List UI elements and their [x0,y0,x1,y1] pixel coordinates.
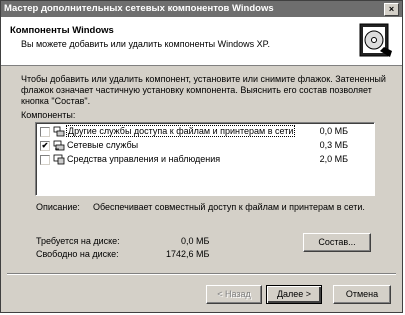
free-space-value: 1742,6 МБ [166,249,210,259]
required-space-label: Требуется на диске: [36,236,120,246]
component-checkbox[interactable]: ✔ [40,141,50,151]
next-button[interactable]: Далее > [266,285,322,304]
component-checkbox[interactable] [40,155,50,165]
header-subtitle: Вы можете добавить или удалить компонент… [21,39,271,49]
components-list[interactable]: Другие службы доступа к файлам и принтер… [35,122,375,196]
wizard-header: Компоненты Windows Вы можете добавить ил… [1,17,402,66]
component-size: 0,3 МБ [319,140,348,150]
details-button[interactable]: Состав... [303,233,371,252]
title-bar[interactable]: Мастер дополнительных сетевых компоненто… [1,1,402,17]
list-item[interactable]: ✔ Сетевые службы 0,3 МБ [38,139,372,152]
wizard-window: Мастер дополнительных сетевых компоненто… [0,0,403,313]
network-services-icon [53,140,65,151]
description-label: Описание: [36,202,80,212]
list-item[interactable]: Другие службы доступа к файлам и принтер… [38,125,372,138]
back-button[interactable]: < Назад [206,285,262,304]
header-title: Компоненты Windows [10,25,114,36]
description-value: Обеспечивает совместный доступ к файлам … [93,202,365,212]
instructions-text: Чтобы добавить или удалить компонент, ус… [21,74,386,106]
component-description: Описание: Обеспечивает совместный доступ… [36,202,365,212]
component-checkbox[interactable] [40,127,50,137]
close-button[interactable]: × [384,3,399,16]
components-label: Компоненты: [21,110,76,120]
management-tools-icon [53,154,65,165]
component-name: Сетевые службы [67,140,139,150]
window-title: Мастер дополнительных сетевых компоненто… [4,3,274,14]
cd-box-icon [359,23,392,57]
network-printer-icon [53,126,65,137]
list-item[interactable]: Средства управления и наблюдения 2,0 МБ [38,153,372,166]
component-name: Средства управления и наблюдения [67,154,221,164]
cancel-button[interactable]: Отмена [333,285,391,304]
component-name: Другие службы доступа к файлам и принтер… [66,125,296,137]
required-space-value: 0,0 МБ [181,236,210,246]
free-space-label: Свободно на диске: [36,249,119,259]
component-size: 0,0 МБ [319,126,348,136]
footer-separator [7,273,396,275]
component-size: 2,0 МБ [319,154,348,164]
